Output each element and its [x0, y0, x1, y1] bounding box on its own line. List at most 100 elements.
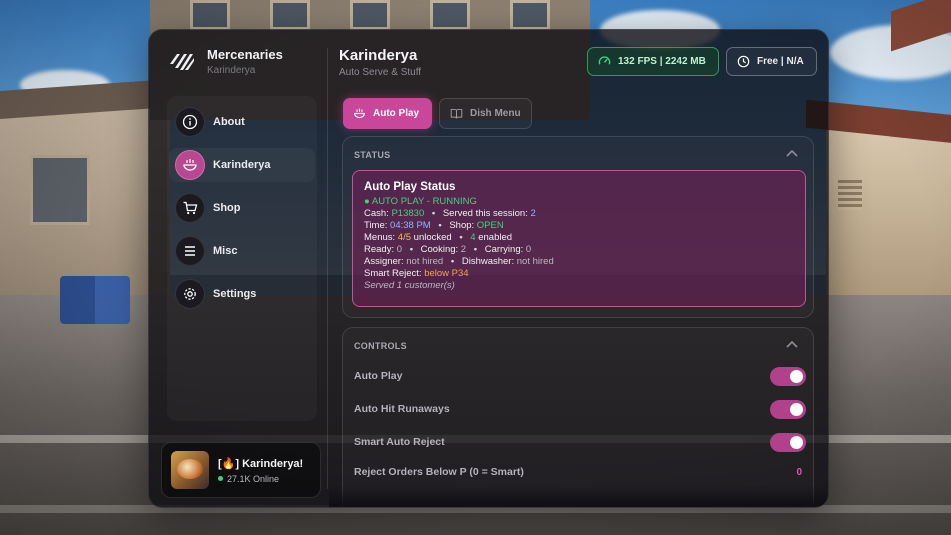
assigner-value: not hired [406, 256, 444, 267]
bowl-icon [354, 108, 365, 119]
enabled-value: 4 [470, 232, 476, 243]
brand-title: Mercenaries [207, 46, 283, 62]
sidebar-item-label: About [213, 116, 245, 128]
control-row-reject-below[interactable]: Reject Orders Below P (0 = Smart) 0 [354, 461, 806, 483]
shop-label: Shop: [449, 220, 475, 231]
smart-reject-label: Smart Reject: [364, 268, 422, 279]
served-customers-note: Served 1 customer(s) [364, 280, 455, 291]
fps-text: 132 FPS | 2242 MB [618, 56, 706, 67]
cooking-label: Cooking: [420, 244, 459, 255]
game-title: [🔥] Karinderya! [218, 457, 304, 470]
status-line-staff: Assigner: not hired • Dishwasher: not hi… [364, 256, 794, 268]
sidebar-item-label: Settings [213, 288, 257, 300]
page-subtitle: Auto Serve & Stuff [339, 67, 422, 78]
sidebar-item-settings[interactable]: Settings [169, 277, 315, 311]
game-profile-card[interactable]: [🔥] Karinderya! 27.1K Online [161, 442, 321, 498]
carrying-value: 0 [525, 244, 532, 255]
separator: • [409, 244, 414, 255]
separator: • [438, 220, 442, 231]
smart-auto-reject-toggle[interactable] [770, 432, 806, 452]
cash-value: P13830 [391, 208, 425, 219]
shop-value: OPEN [476, 220, 504, 231]
sidebar-item-karinderya[interactable]: Karinderya [169, 148, 315, 182]
chevron-up-icon[interactable] [785, 147, 799, 161]
online-dot-icon [218, 476, 223, 481]
enabled-label: enabled [478, 232, 513, 243]
sidebar-divider [327, 48, 328, 489]
section-header: STATUS [354, 150, 391, 160]
control-label: Reject Orders Below P (0 = Smart) [354, 466, 524, 478]
tab-label: Auto Play [373, 108, 420, 119]
control-row-auto-hit-runaways: Auto Hit Runaways [354, 398, 806, 420]
assigner-label: Assigner: [364, 256, 404, 267]
status-section: STATUS Auto Play Status ● AUTO PLAY - RU… [342, 136, 814, 318]
menus-value: 4/5 [397, 232, 412, 243]
control-row-smart-auto-reject: Smart Auto Reject [354, 431, 806, 453]
menus-unlocked: unlocked [413, 232, 452, 243]
dishwasher-value: not hired [516, 256, 554, 267]
book-icon [450, 108, 463, 119]
brand-subtitle: Karinderya [207, 64, 256, 76]
online-count: 27.1K Online [227, 473, 280, 484]
fps-badge: 132 FPS | 2242 MB [587, 47, 719, 76]
sidebar-item-misc[interactable]: Misc [169, 234, 315, 268]
control-label: Auto Play [354, 370, 403, 382]
time-label: Time: [364, 220, 388, 231]
status-line-menus: Menus: 4/5 unlocked • 4 enabled [364, 232, 794, 244]
bowl-icon [175, 150, 205, 180]
status-line-time: Time: 04:38 PM • Shop: OPEN [364, 220, 794, 232]
sidebar-item-about[interactable]: About [169, 105, 315, 139]
section-header: CONTROLS [354, 341, 407, 351]
menu-icon [175, 236, 205, 266]
sidebar-item-shop[interactable]: Shop [169, 191, 315, 225]
auto-play-state: ● AUTO PLAY - RUNNING [364, 196, 477, 207]
separator: • [450, 256, 455, 267]
tab-auto-play[interactable]: Auto Play [343, 98, 432, 129]
status-line-ready: Ready: 0 • Cooking: 2 • Carrying: 0 [364, 244, 794, 256]
menus-label: Menus: [364, 232, 396, 243]
gear-icon [175, 279, 205, 309]
tab-dish-menu[interactable]: Dish Menu [439, 98, 532, 129]
separator: • [459, 232, 463, 243]
status-line-smart-reject: Smart Reject: below P34 [364, 268, 794, 280]
server-text: Free | N/A [757, 56, 804, 67]
control-row-auto-play: Auto Play [354, 365, 806, 387]
chevron-up-icon[interactable] [785, 338, 799, 352]
info-icon [175, 107, 205, 137]
cash-label: Cash: [364, 208, 389, 219]
controls-section: CONTROLS Auto Play Auto Hit Runaways Sma… [342, 327, 814, 507]
auto-play-status-card: Auto Play Status ● AUTO PLAY - RUNNING C… [352, 170, 806, 307]
time-value: 04:38 PM [390, 220, 431, 231]
online-status: 27.1K Online [218, 474, 303, 484]
served-label: Served this session: [442, 208, 528, 219]
carrying-label: Carrying: [484, 244, 524, 255]
page-title: Karinderya [339, 47, 418, 64]
status-card-title: Auto Play Status [364, 181, 456, 193]
auto-hit-runaways-toggle[interactable] [770, 399, 806, 419]
cart-icon [175, 193, 205, 223]
separator: • [473, 244, 478, 255]
sidebar-item-label: Shop [213, 202, 241, 214]
clock-icon [737, 55, 750, 68]
sidebar-item-label: Misc [213, 245, 238, 257]
smart-reject-value: below P34 [424, 268, 469, 279]
ready-value: 0 [396, 244, 403, 255]
served-value: 2 [530, 208, 536, 219]
control-label: Smart Auto Reject [354, 436, 445, 448]
cooking-value: 2 [460, 244, 467, 255]
brand-logo-icon [170, 54, 194, 70]
game-thumbnail [171, 451, 209, 489]
brand: Mercenaries Karinderya [167, 46, 283, 76]
sidebar-nav: About Karinderya Shop Misc Settings [167, 96, 317, 421]
speedometer-icon [598, 56, 611, 65]
script-hub-window: Mercenaries Karinderya About Karinderya … [148, 29, 829, 508]
control-label: Auto Hit Runaways [354, 403, 450, 415]
auto-play-toggle[interactable] [770, 366, 806, 386]
status-line-cash: Cash: P13830 • Served this session: 2 [364, 208, 794, 220]
separator: • [431, 208, 436, 219]
scroll-fade [329, 485, 828, 507]
reject-below-value[interactable]: 0 [796, 467, 802, 478]
tab-label: Dish Menu [470, 108, 521, 119]
dishwasher-label: Dishwasher: [461, 256, 515, 267]
ready-label: Ready: [364, 244, 395, 255]
